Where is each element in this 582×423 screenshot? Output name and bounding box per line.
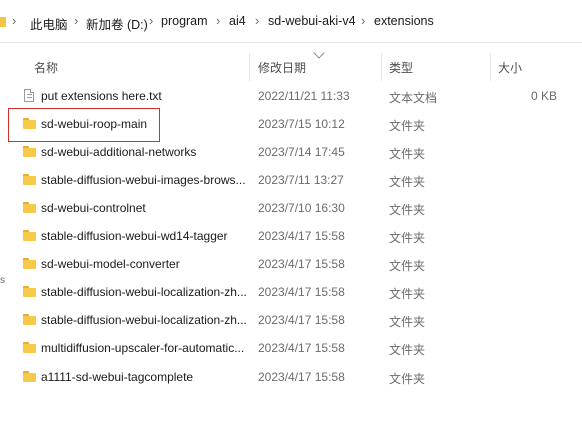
folder-icon [23, 285, 36, 298]
chevron-right-icon: › [149, 13, 154, 28]
folder-icon [23, 257, 36, 270]
file-type: 文件夹 [389, 175, 426, 189]
folder-icon [23, 173, 36, 186]
file-date: 2023/7/15 10:12 [258, 117, 345, 131]
file-name: put extensions here.txt [41, 89, 162, 103]
file-type: 文件夹 [389, 372, 426, 386]
file-date: 2022/11/21 11:33 [258, 89, 350, 103]
file-name: stable-diffusion-webui-images-brows... [41, 173, 246, 187]
file-row[interactable]: multidiffusion-upscaler-for-automatic...… [0, 334, 582, 362]
file-type: 文件夹 [389, 147, 426, 161]
file-name: sd-webui-controlnet [41, 201, 146, 215]
file-type: 文件夹 [389, 287, 426, 301]
sort-caret-icon [313, 47, 325, 59]
file-row[interactable]: a1111-sd-webui-tagcomplete 2023/4/17 15:… [0, 363, 582, 391]
highlight-annotation-box [8, 108, 160, 142]
chevron-right-icon: › [216, 13, 221, 28]
file-row[interactable]: sd-webui-controlnet 2023/7/10 16:30 文件夹 [0, 194, 582, 222]
column-header-name[interactable]: 名称 [34, 59, 58, 76]
file-row[interactable]: stable-diffusion-webui-localization-zh..… [0, 306, 582, 334]
file-name: a1111-sd-webui-tagcomplete [41, 370, 194, 384]
file-type: 文件夹 [389, 231, 426, 245]
file-size: 0 KB [530, 89, 557, 103]
file-row[interactable]: put extensions here.txt 2022/11/21 11:33… [0, 82, 582, 110]
column-divider[interactable] [249, 53, 250, 81]
column-header-size[interactable]: 大小 [498, 59, 522, 76]
chevron-right-icon: › [361, 13, 366, 28]
breadcrumb-program[interactable]: program [161, 14, 208, 28]
text-file-icon [23, 89, 36, 102]
file-name: stable-diffusion-webui-localization-zh..… [41, 313, 247, 327]
file-date: 2023/4/17 15:58 [258, 313, 345, 327]
file-type: 文件夹 [389, 259, 426, 273]
file-name: sd-webui-additional-networks [41, 145, 197, 159]
file-date: 2023/7/10 16:30 [258, 201, 345, 215]
file-name: multidiffusion-upscaler-for-automatic... [41, 341, 245, 355]
folder-icon [23, 341, 36, 354]
breadcrumb-this-pc[interactable]: 此电脑 [30, 14, 68, 33]
folder-icon [23, 370, 36, 383]
breadcrumb-sd-webui-aki-v4[interactable]: sd-webui-aki-v4 [268, 14, 356, 28]
chevron-right-icon: › [12, 13, 17, 28]
breadcrumb-extensions[interactable]: extensions [374, 14, 434, 28]
file-date: 2023/4/17 15:58 [258, 257, 345, 271]
file-type: 文件夹 [389, 119, 426, 133]
file-date: 2023/4/17 15:58 [258, 341, 345, 355]
folder-icon [23, 145, 36, 158]
folder-icon [23, 313, 36, 326]
file-name: stable-diffusion-webui-wd14-tagger [41, 229, 228, 243]
column-header-date[interactable]: 修改日期 [258, 59, 306, 76]
file-row[interactable]: sd-webui-additional-networks 2023/7/14 1… [0, 138, 582, 166]
folder-icon [23, 201, 36, 214]
file-type: 文本文档 [389, 91, 438, 105]
folder-icon [0, 17, 6, 27]
column-divider[interactable] [381, 53, 382, 81]
file-row[interactable]: stable-diffusion-webui-localization-zh..… [0, 278, 582, 306]
chevron-right-icon: › [255, 13, 260, 28]
file-date: 2023/7/11 13:27 [258, 173, 344, 187]
column-header-bar: 名称 修改日期 类型 大小 [0, 42, 582, 82]
file-type: 文件夹 [389, 315, 426, 329]
breadcrumb: › 此电脑 › 新加卷 (D:) › program › ai4 › sd-we… [0, 0, 582, 43]
file-date: 2023/4/17 15:58 [258, 370, 345, 384]
file-name: sd-webui-model-converter [41, 257, 180, 271]
column-divider[interactable] [490, 53, 491, 81]
file-type: 文件夹 [389, 343, 426, 357]
chevron-right-icon: › [74, 13, 79, 28]
file-row[interactable]: stable-diffusion-webui-wd14-tagger 2023/… [0, 222, 582, 250]
column-header-type[interactable]: 类型 [389, 59, 413, 76]
side-panel-fragment: s [0, 275, 5, 286]
file-date: 2023/4/17 15:58 [258, 285, 345, 299]
file-type: 文件夹 [389, 203, 426, 217]
breadcrumb-ai4[interactable]: ai4 [229, 14, 246, 28]
breadcrumb-drive-d[interactable]: 新加卷 (D:) [86, 14, 148, 33]
folder-icon [23, 229, 36, 242]
file-row[interactable]: sd-webui-model-converter 2023/4/17 15:58… [0, 250, 582, 278]
file-date: 2023/4/17 15:58 [258, 229, 345, 243]
file-name: stable-diffusion-webui-localization-zh..… [41, 285, 247, 299]
file-date: 2023/7/14 17:45 [258, 145, 345, 159]
file-row[interactable]: stable-diffusion-webui-images-brows... 2… [0, 166, 582, 194]
